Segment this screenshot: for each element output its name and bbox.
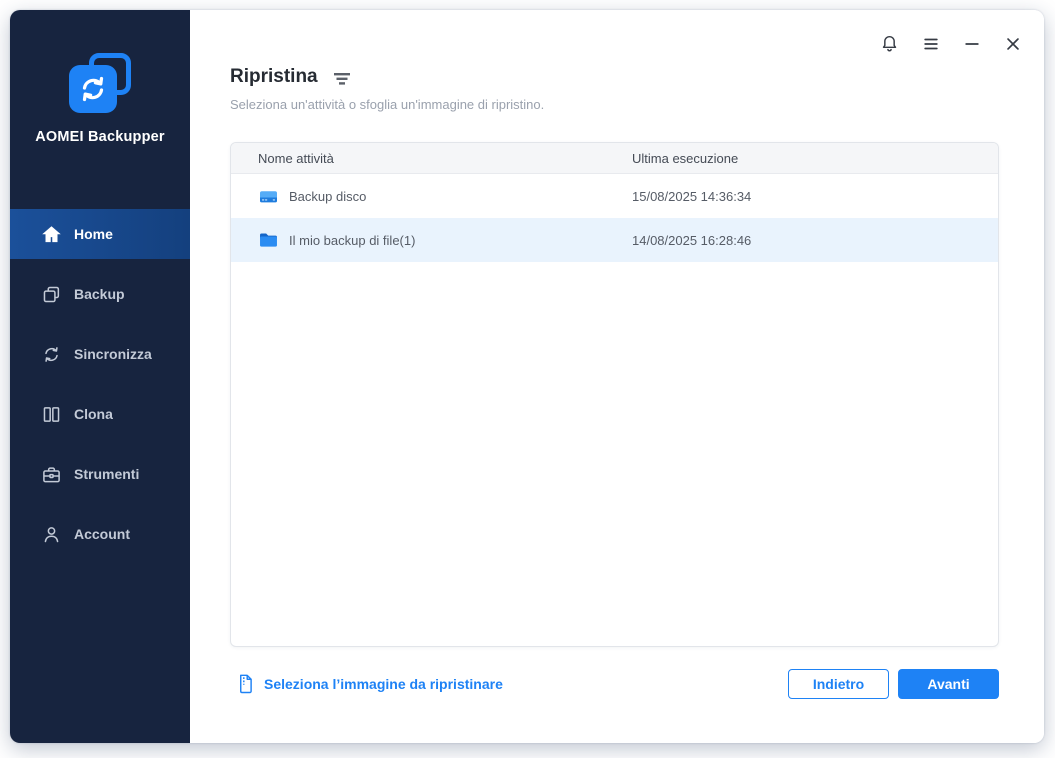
next-button[interactable]: Avanti [898,669,999,699]
sidebar: AOMEI Backupper Home Backup Sincronizza … [10,10,190,743]
sidebar-item-label: Sincronizza [74,346,152,362]
app-name: AOMEI Backupper [35,129,165,145]
back-button[interactable]: Indietro [788,669,889,699]
sidebar-nav: Home Backup Sincronizza Clona Strumenti … [10,209,190,559]
sidebar-item-sincronizza[interactable]: Sincronizza [10,329,190,379]
task-last-run: 15/08/2025 14:36:34 [632,188,752,204]
sync-icon [42,345,61,364]
sidebar-item-home[interactable]: Home [10,209,190,259]
wizard-buttons: Indietro Avanti [788,669,999,699]
tools-icon [42,465,61,484]
task-name: Il mio backup di file(1) [289,232,416,248]
titlebar-controls [880,34,1022,53]
select-image-label: Seleziona l’immagine da ripristinare [264,676,503,692]
backup-icon [42,285,61,304]
menu-icon[interactable] [921,34,940,53]
minimize-icon[interactable] [962,34,981,53]
app-window: AOMEI Backupper Home Backup Sincronizza … [10,10,1044,743]
table-body: Backup disco 15/08/2025 14:36:34 Il mio … [231,174,998,262]
close-icon[interactable] [1003,34,1022,53]
footer-bar: Seleziona l’immagine da ripristinare Ind… [230,669,999,699]
notification-bell-icon[interactable] [880,34,899,53]
column-header-name: Nome attività [258,150,334,166]
column-header-last-run: Ultima esecuzione [632,150,739,166]
account-icon [42,525,61,544]
main-content: Ripristina Seleziona un'attività o sfogl… [190,10,1044,743]
sidebar-item-label: Clona [74,406,113,422]
image-file-icon [237,674,254,694]
sidebar-item-label: Backup [74,286,125,302]
task-name: Backup disco [289,188,367,204]
page-subtitle: Seleziona un'attività o sfoglia un'immag… [230,97,545,112]
page-header: Ripristina [230,66,999,88]
table-row[interactable]: Backup disco 15/08/2025 14:36:34 [231,174,998,218]
task-last-run: 14/08/2025 16:28:46 [632,232,752,248]
sidebar-item-label: Home [74,226,113,242]
sidebar-item-backup[interactable]: Backup [10,269,190,319]
sidebar-item-label: Strumenti [74,466,140,482]
page-title: Ripristina [230,66,318,87]
filter-icon[interactable] [333,72,351,86]
table-header: Nome attività Ultima esecuzione [231,143,998,174]
task-table: Nome attività Ultima esecuzione Backup d… [230,142,999,647]
sidebar-item-label: Account [74,526,130,542]
folder-icon [259,232,278,249]
table-row[interactable]: Il mio backup di file(1) 14/08/2025 16:2… [231,218,998,262]
sidebar-item-account[interactable]: Account [10,509,190,559]
clone-icon [42,405,61,424]
disk-icon [259,188,278,205]
sidebar-item-clona[interactable]: Clona [10,389,190,439]
sync-arrows-icon [69,65,117,113]
sidebar-item-strumenti[interactable]: Strumenti [10,449,190,499]
select-image-link[interactable]: Seleziona l’immagine da ripristinare [237,674,503,694]
home-icon [42,225,61,244]
app-logo [69,53,131,113]
